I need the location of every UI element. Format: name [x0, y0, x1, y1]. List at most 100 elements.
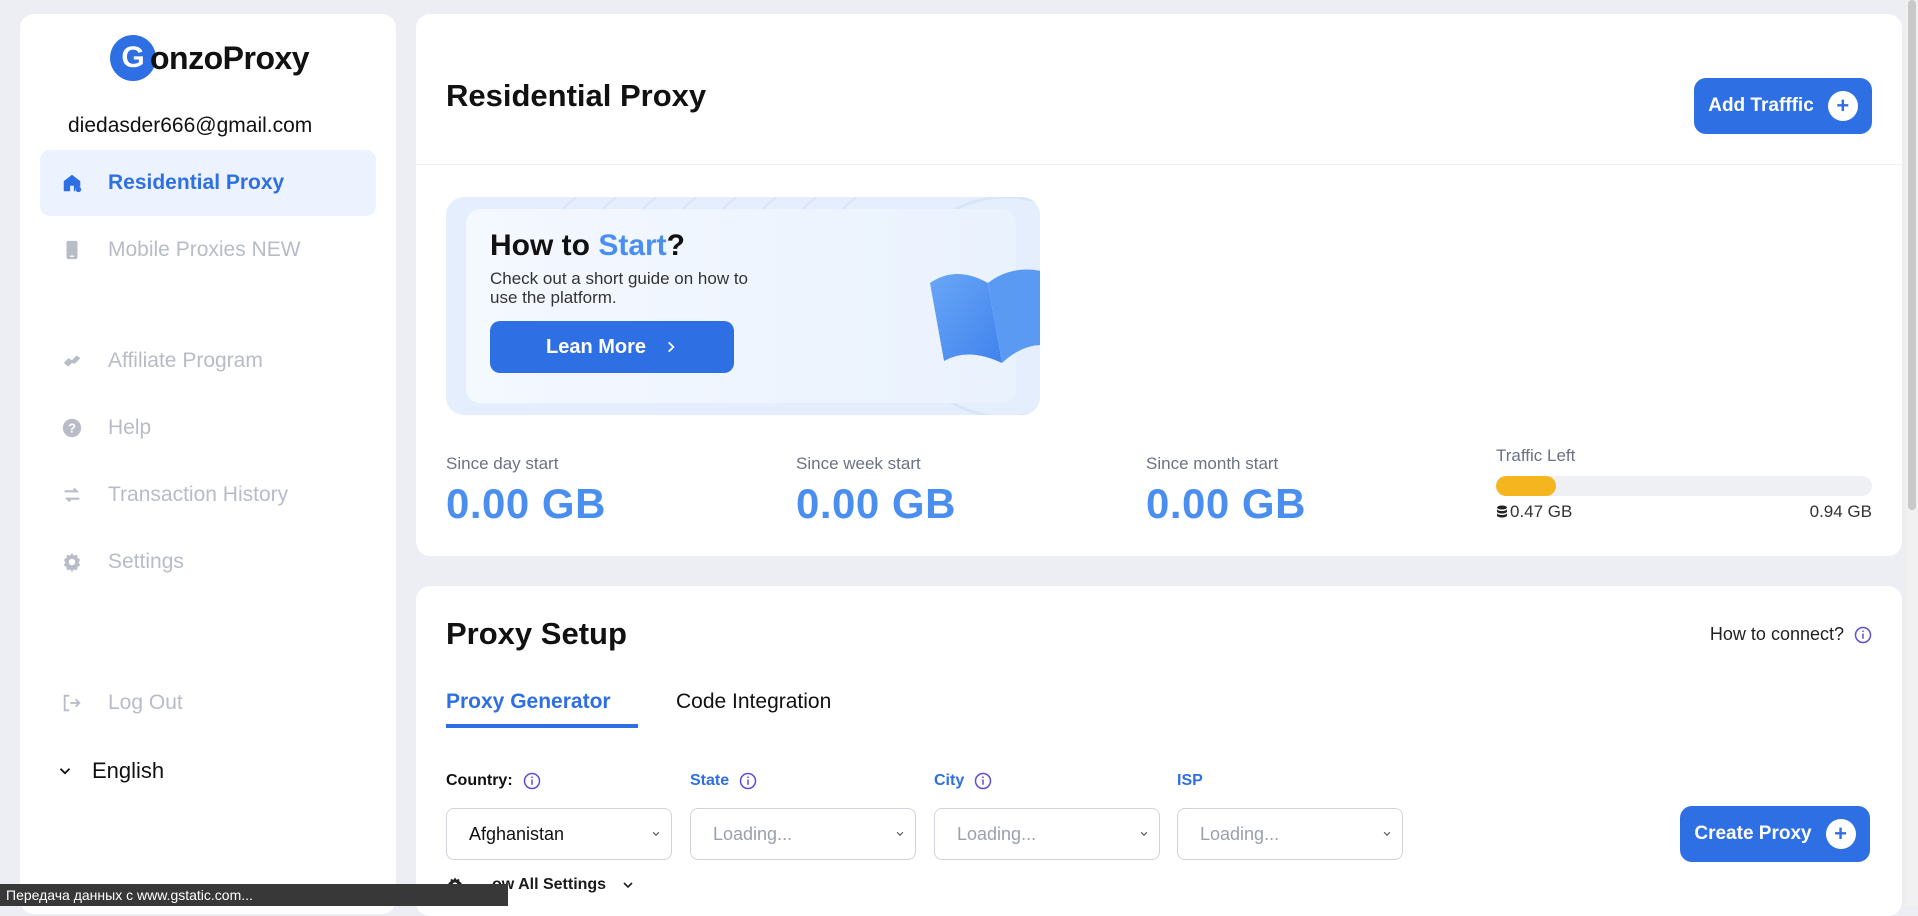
chevron-down-icon: [652, 831, 660, 836]
sidebar-item-log-out[interactable]: Log Out: [40, 670, 376, 736]
country-select[interactable]: Afghanistan: [446, 808, 672, 860]
sidebar-item-label: Log Out: [108, 691, 183, 714]
traffic-values: 0.47 GB 0.94 GB: [1496, 502, 1872, 522]
traffic-label: Traffic Left: [1496, 446, 1576, 465]
gear-icon: [60, 550, 84, 574]
sidebar-item-label: Mobile Proxies NEW: [108, 238, 301, 261]
state-label: State: [690, 772, 757, 790]
stat-label: Since week start: [796, 454, 921, 473]
svg-text:?: ?: [68, 421, 76, 436]
phone-icon: [60, 238, 84, 262]
sidebar-item-label: Transaction History: [108, 483, 289, 506]
field-label-text: Country:: [446, 772, 513, 789]
tab-proxy-generator[interactable]: Proxy Generator: [446, 690, 638, 728]
country-label: Country:: [446, 772, 541, 790]
banner-title-prefix: How to: [490, 229, 599, 262]
sidebar-item-label: Settings: [108, 550, 184, 573]
language-label: English: [92, 758, 165, 783]
stat-value: 0.00 GB: [446, 480, 606, 527]
isp-label: ISP: [1177, 772, 1203, 790]
sidebar-item-label: Help: [108, 416, 152, 439]
chevron-down-icon: [623, 882, 633, 889]
stat-value: 0.00 GB: [1146, 480, 1306, 527]
chevron-right-icon: [668, 341, 675, 353]
banner-subtitle: Check out a short guide on how to use th…: [490, 269, 748, 307]
user-email: diedasder666@gmail.com: [68, 114, 313, 137]
plus-icon: +: [1827, 91, 1858, 121]
overview-card: Residential Proxy Add Trafffic + How to …: [416, 14, 1902, 556]
banner-title: How to Start?: [490, 229, 685, 263]
traffic-left: Traffic Left 0.47 GB 0.94 GB: [1496, 446, 1872, 522]
info-icon[interactable]: [974, 772, 992, 790]
info-icon[interactable]: [523, 772, 541, 790]
chevron-down-icon: [896, 831, 904, 836]
browser-status-bar: Передача данных с www.gstatic.com...: [0, 884, 508, 906]
select-value: Afghanistan: [469, 823, 565, 844]
sidebar-item-mobile-proxies[interactable]: Mobile Proxies NEW: [40, 217, 376, 283]
proxy-setup-card: Proxy Setup How to connect? Proxy Genera…: [416, 586, 1902, 916]
stat-label: Since day start: [446, 454, 559, 473]
book-icon: [930, 269, 1040, 363]
traffic-progress-fill: [1496, 476, 1557, 496]
how-to-start-banner: How to Start? Check out a short guide on…: [446, 197, 1040, 415]
logo-text: onzoProxy: [150, 39, 310, 76]
select-value: Loading...: [1200, 823, 1280, 844]
lean-more-label: Lean More: [545, 335, 647, 358]
chevron-down-icon: [1140, 831, 1148, 836]
how-to-connect-link[interactable]: How to connect?: [1710, 624, 1872, 645]
field-label-text: ISP: [1177, 772, 1203, 789]
traffic-progress-bar: [1496, 476, 1872, 496]
create-proxy-button[interactable]: Create Proxy +: [1680, 806, 1870, 862]
field-label-text: State: [690, 772, 730, 789]
page-title: Residential Proxy: [446, 78, 707, 113]
sidebar-item-residential-proxy[interactable]: Residential Proxy: [40, 150, 376, 216]
select-value: Loading...: [957, 823, 1037, 844]
traffic-total: 0.94 GB: [1809, 502, 1872, 521]
database-icon: [1497, 505, 1507, 518]
tab-code-integration[interactable]: Code Integration: [676, 690, 831, 724]
chevron-down-icon: [1383, 831, 1391, 836]
stat-day: Since day start 0.00 GB: [446, 454, 606, 528]
add-traffic-button[interactable]: Add Trafffic +: [1694, 78, 1872, 134]
help-icon: ?: [60, 416, 84, 440]
chevron-down-icon: [59, 768, 71, 775]
logo[interactable]: G onzoProxy: [110, 34, 310, 82]
language-selector[interactable]: English: [56, 758, 164, 784]
add-traffic-label: Add Trafffic: [1708, 95, 1814, 116]
sidebar-item-label: Affiliate Program: [108, 349, 263, 372]
sidebar-item-help[interactable]: ? Help: [40, 395, 376, 461]
scrollbar-track[interactable]: [1906, 0, 1918, 906]
plus-icon: +: [1825, 819, 1856, 849]
info-icon[interactable]: [739, 772, 757, 790]
sidebar: G onzoProxy diedasder666@gmail.com Resid…: [20, 14, 396, 914]
banner-title-accent: Start: [598, 229, 667, 262]
lean-more-button[interactable]: Lean More: [490, 321, 734, 373]
field-label-text: City: [934, 772, 965, 789]
home-icon: [60, 171, 84, 195]
state-select[interactable]: Loading...: [690, 808, 916, 860]
sidebar-item-label: Residential Proxy: [108, 171, 285, 194]
divider: [416, 164, 1902, 165]
sidebar-item-settings[interactable]: Settings: [40, 529, 376, 595]
stat-month: Since month start 0.00 GB: [1146, 454, 1306, 528]
handshake-icon: [60, 349, 84, 373]
select-value: Loading...: [713, 823, 793, 844]
city-select[interactable]: Loading...: [934, 808, 1160, 860]
isp-select[interactable]: Loading...: [1177, 808, 1403, 860]
logout-icon: [60, 691, 84, 715]
traffic-used-value: 0.47 GB: [1510, 502, 1573, 521]
create-proxy-label: Create Proxy: [1694, 823, 1812, 844]
sidebar-item-transaction-history[interactable]: Transaction History: [40, 462, 376, 528]
info-icon: [1854, 626, 1872, 644]
how-to-connect-label: How to connect?: [1709, 624, 1844, 644]
city-label: City: [934, 772, 992, 790]
banner-title-suffix: ?: [666, 229, 685, 262]
section-title: Proxy Setup: [446, 616, 627, 651]
arrows-icon: [60, 483, 84, 507]
stat-week: Since week start 0.00 GB: [796, 454, 956, 528]
show-all-settings-label: ow All Settings: [492, 876, 607, 893]
stat-value: 0.00 GB: [796, 480, 956, 527]
traffic-used: 0.47 GB: [1496, 502, 1572, 522]
scrollbar-thumb[interactable]: [1908, 0, 1916, 510]
sidebar-item-affiliate-program[interactable]: Affiliate Program: [40, 328, 376, 394]
